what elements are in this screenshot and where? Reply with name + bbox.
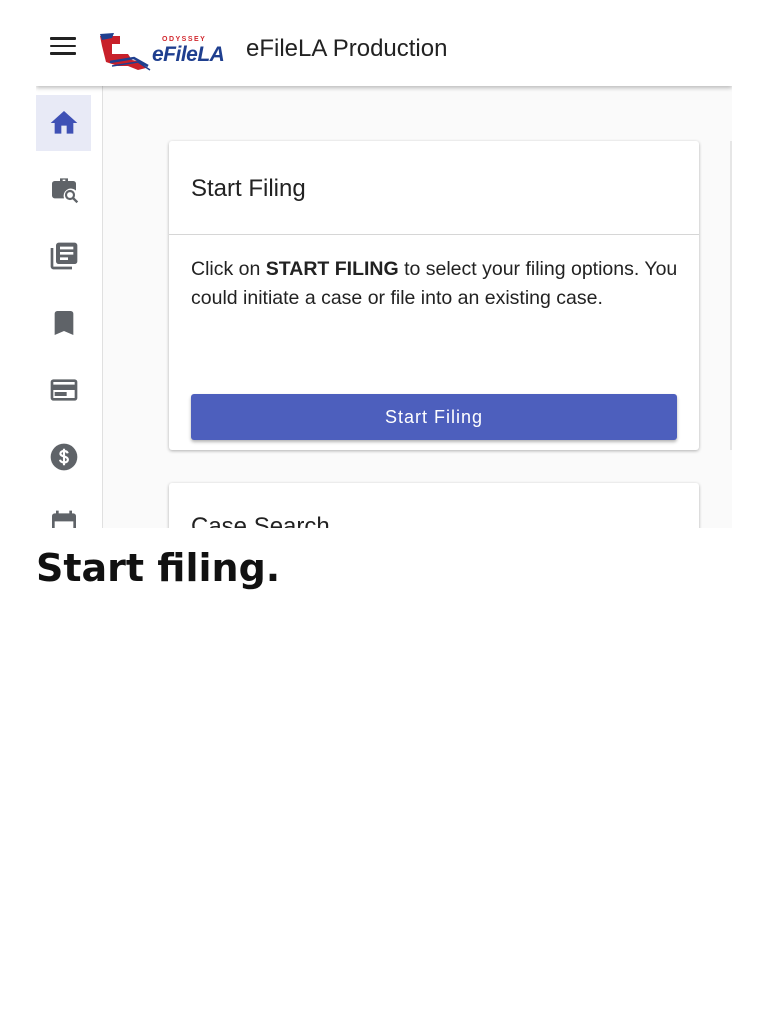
sidebar-item-fees[interactable] [36,429,91,485]
louisiana-state-logo [100,33,151,71]
sidebar-nav [36,86,103,528]
description-prefix: Click on [191,258,266,280]
app-title: eFileLA Production [246,35,448,62]
main-content: Start Filing Click on START FILING to se… [103,86,732,528]
card-icon [50,379,77,401]
case-search-card: Case Search [169,483,699,528]
logo-wordmark: eFileLA [152,43,225,66]
start-filing-card: Start Filing Click on START FILING to se… [169,141,699,450]
card-divider [169,234,699,235]
bookmark-icon [54,311,73,335]
hamburger-menu-icon[interactable] [50,37,76,61]
dollar-icon [50,443,77,471]
start-filing-button[interactable]: Start Filing [191,394,677,440]
caption: Start filing. [36,546,281,590]
app-logo[interactable]: ODYSSEY eFileLA [98,30,228,74]
home-icon [50,111,77,134]
app-screenshot: ODYSSEY eFileLA eFileLA Production Start… [36,0,732,528]
card-title: Start Filing [191,175,306,202]
calendar-icon [51,510,76,528]
description-highlight: START FILING [265,258,399,280]
sidebar-item-bookmarks[interactable] [36,295,91,351]
document-icon [50,242,77,270]
sidebar-item-calendar[interactable] [36,496,91,528]
card-title: Case Search [191,513,330,528]
sidebar-item-case-search[interactable] [36,161,91,217]
app-bar: ODYSSEY eFileLA eFileLA Production [36,0,732,86]
case-search-icon [51,178,78,204]
adjacent-card-edge [730,141,732,450]
sidebar-item-payment[interactable] [36,362,91,418]
sidebar-item-documents[interactable] [36,228,91,284]
logo-subtitle: ODYSSEY [162,36,207,43]
sidebar-item-home[interactable] [36,95,91,151]
card-description: Click on START FILING to select your fil… [191,255,681,313]
